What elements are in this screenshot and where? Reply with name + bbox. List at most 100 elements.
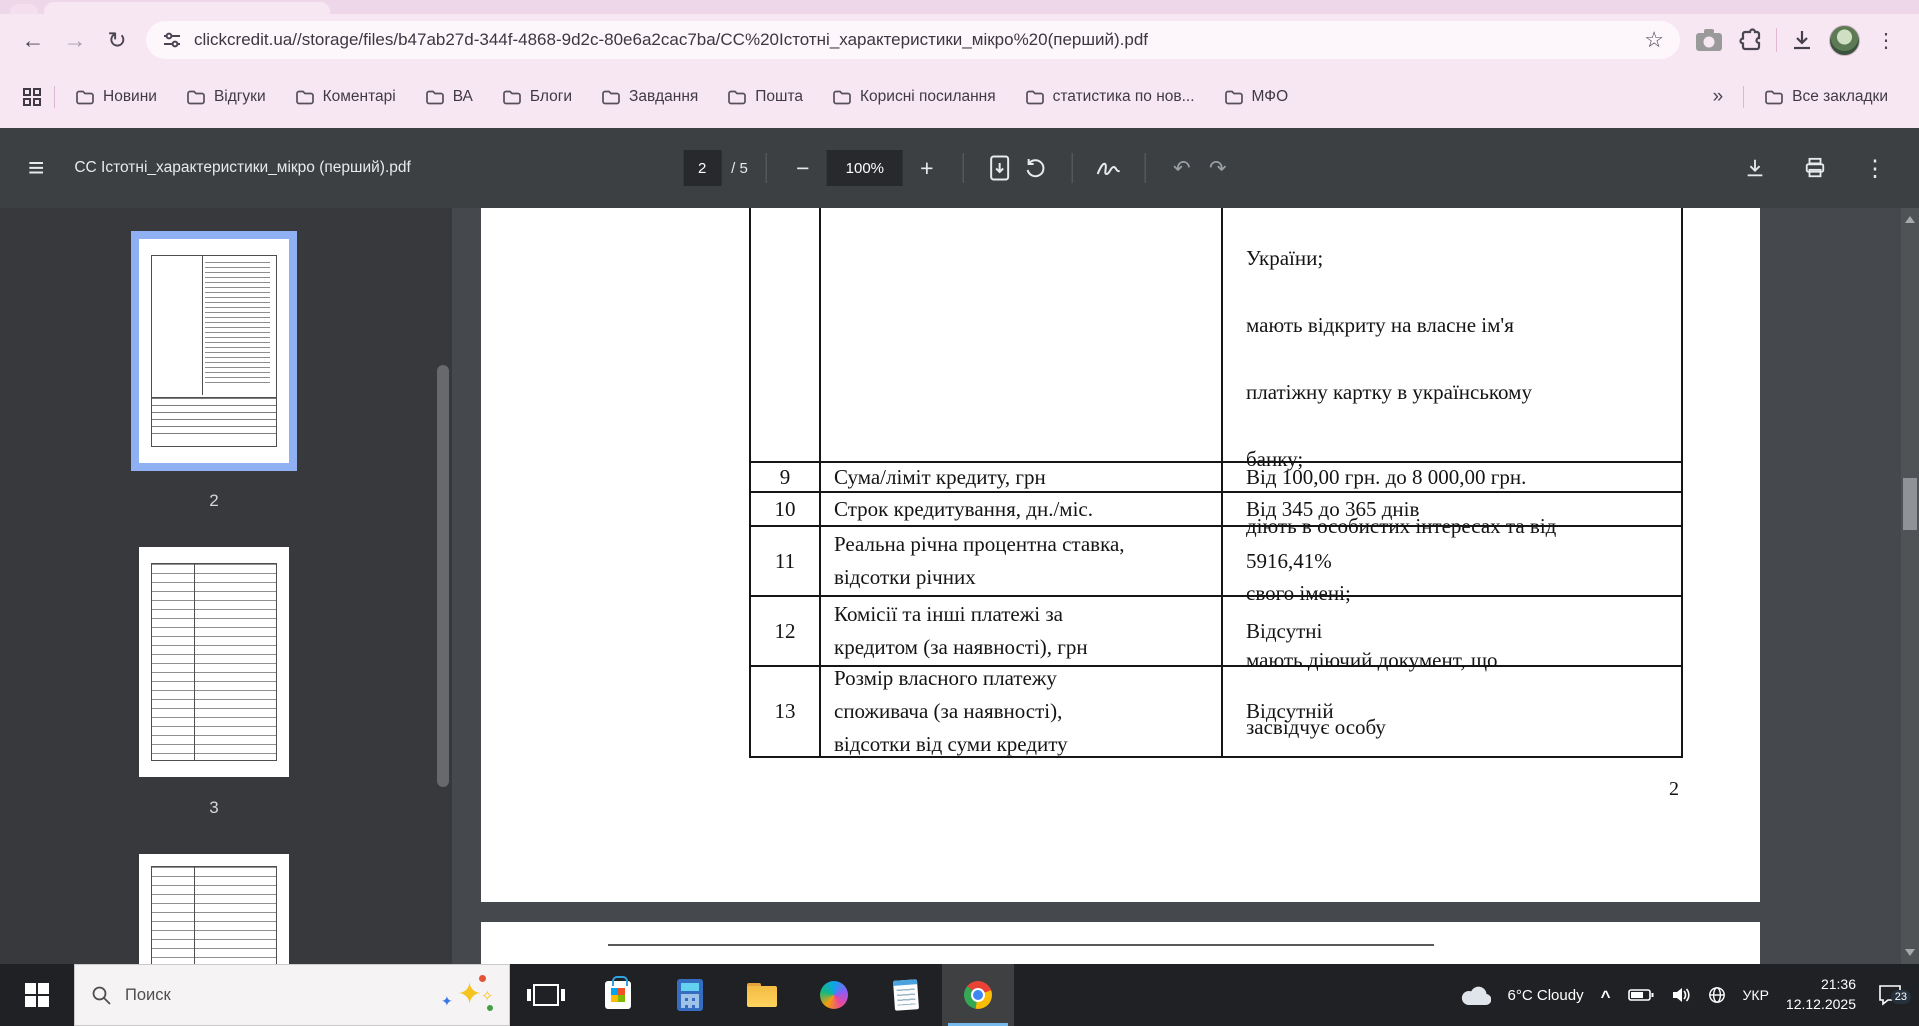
row-name-cell — [821, 208, 1223, 461]
bookmark-label: Відгуки — [213, 88, 266, 105]
pdf-print-icon[interactable] — [1797, 150, 1833, 186]
taskbar-clock[interactable]: 21:36 12.12.2025 — [1786, 975, 1856, 1014]
pdf-more-icon[interactable]: ⋮ — [1857, 150, 1893, 186]
bookmark-folder-zavdannia[interactable]: Завдання — [602, 88, 698, 106]
bookmark-folder-mfo[interactable]: МФО — [1224, 88, 1289, 106]
back-button[interactable]: ← — [12, 19, 54, 61]
all-bookmarks-button[interactable]: Все закладки — [1765, 88, 1888, 106]
bookmark-label: МФО — [1251, 88, 1289, 105]
start-button[interactable] — [0, 964, 74, 1026]
row-number-cell: 13 — [751, 667, 821, 756]
forward-button[interactable]: → — [54, 19, 96, 61]
sidebar-scrollbar[interactable] — [437, 365, 449, 787]
toolbar-divider — [1071, 153, 1073, 183]
page-number-input[interactable]: 2 — [683, 150, 722, 186]
battery-icon[interactable] — [1627, 988, 1654, 1002]
weather-cloud-icon[interactable] — [1461, 984, 1491, 1006]
bookmark-folder-korysni-posylannia[interactable]: Корисні посилання — [833, 88, 996, 106]
bookmarks-overflow-icon[interactable]: » — [1713, 86, 1724, 108]
bookmark-label: Пошта — [755, 88, 804, 105]
calculator-icon — [677, 979, 703, 1011]
search-icon — [91, 985, 111, 1005]
taskbar-search-box[interactable]: Поиск ✦ ✦ ✧ — [74, 964, 510, 1026]
row-value-cell: Відсутні — [1246, 618, 1323, 643]
folder-icon — [503, 90, 521, 105]
language-indicator[interactable]: УКР — [1743, 987, 1769, 1003]
bookmark-folder-poshta[interactable]: Пошта — [728, 88, 803, 106]
zoom-out-button[interactable]: − — [785, 150, 821, 186]
hidden-icons-chevron[interactable]: ^ — [1601, 987, 1611, 1007]
chrome-button-active[interactable] — [942, 964, 1014, 1026]
speaker-icon[interactable] — [1671, 986, 1691, 1004]
row-name-cell: Розмір власного платежу споживача (за на… — [821, 666, 1223, 756]
site-settings-icon[interactable] — [162, 30, 182, 50]
reload-button[interactable]: ↻ — [96, 19, 138, 61]
extensions-icon[interactable] — [1730, 19, 1772, 61]
screenshot-extension-icon[interactable] — [1688, 19, 1730, 61]
bookmark-folder-komentari[interactable]: Коментарі — [295, 88, 396, 106]
pdf-viewer: 2 3 України; мають відкриту на власне ім… — [0, 208, 1919, 964]
tab-search-button[interactable] — [10, 4, 38, 14]
system-tray: 6°C Cloudy ^ УКР 21:36 12.12.2025 23 — [1461, 964, 1919, 1026]
toolbar-divider — [1776, 28, 1777, 52]
thumbnail-label-3: 3 — [209, 798, 219, 817]
task-view-button[interactable] — [510, 964, 582, 1026]
action-center-button[interactable]: 23 — [1873, 984, 1911, 1006]
zoom-level-input[interactable]: 100% — [826, 150, 903, 186]
document-scrollbar[interactable] — [1901, 208, 1919, 964]
network-icon[interactable] — [1708, 986, 1726, 1004]
row-value-cell: Від 100,00 грн. до 8 000,00 грн. — [1246, 464, 1527, 489]
copilot-button[interactable] — [798, 964, 870, 1026]
thumbnail-sidebar: 2 3 — [0, 208, 452, 964]
all-bookmarks-label: Все закладки — [1792, 88, 1888, 105]
scroll-down-icon[interactable] — [1905, 949, 1915, 956]
scroll-up-icon[interactable] — [1905, 216, 1915, 223]
undo-icon[interactable]: ↶ — [1164, 150, 1200, 186]
bookmark-folder-novyny[interactable]: Новини — [76, 88, 157, 106]
pdf-download-icon[interactable] — [1737, 150, 1773, 186]
value-line: мають відкриту на власне ім'я — [1246, 313, 1514, 337]
pdf-page-3 — [481, 922, 1760, 964]
bookmark-folder-statystyka[interactable]: статистика по нов... — [1025, 88, 1195, 106]
zoom-in-button[interactable]: + — [909, 150, 945, 186]
downloads-icon[interactable] — [1781, 19, 1823, 61]
folder-icon — [1224, 90, 1243, 105]
pdf-page-number: 2 — [1669, 778, 1679, 800]
page-thumbnail-2[interactable] — [139, 239, 289, 463]
annotate-pen-icon[interactable] — [1091, 150, 1127, 186]
weather-label[interactable]: 6°C Cloudy — [1508, 987, 1584, 1004]
next-table-top-border — [608, 944, 1434, 946]
url-text[interactable]: clickcredit.ua//storage/files/b47ab27d-3… — [194, 30, 1634, 50]
microsoft-store-button[interactable] — [582, 964, 654, 1026]
profile-avatar[interactable] — [1823, 19, 1865, 61]
bookmark-label: Завдання — [629, 88, 699, 105]
bookmark-folder-blohy[interactable]: Блоги — [503, 88, 572, 106]
active-tab[interactable] — [44, 2, 330, 14]
fit-page-icon[interactable] — [982, 150, 1018, 186]
page-thumbnail-4[interactable] — [139, 854, 289, 964]
file-explorer-button[interactable] — [726, 964, 798, 1026]
task-view-icon — [527, 984, 565, 1006]
calculator-button[interactable] — [654, 964, 726, 1026]
thumbnail-label-2: 2 — [209, 491, 219, 510]
row-number-cell: 12 — [751, 597, 821, 665]
bookmark-star-icon[interactable]: ☆ — [1644, 27, 1664, 53]
table-row: 9 Сума/ліміт кредиту, грн Від 100,00 грн… — [751, 461, 1681, 491]
redo-icon[interactable]: ↷ — [1200, 150, 1236, 186]
bookmark-folder-vidhuky[interactable]: Відгуки — [187, 88, 266, 106]
thumbnail-sketch — [151, 866, 277, 964]
apps-grid-icon[interactable] — [22, 87, 42, 107]
browser-chrome: ← → ↻ clickcredit.ua//storage/files/b47a… — [0, 0, 1919, 128]
scrollbar-thumb[interactable] — [1903, 478, 1917, 530]
notepad-button[interactable] — [870, 964, 942, 1026]
page-thumbnail-3[interactable] — [139, 547, 289, 777]
explorer-icon — [747, 983, 777, 1007]
pdf-menu-icon[interactable]: ≡ — [28, 154, 44, 182]
address-bar[interactable]: clickcredit.ua//storage/files/b47ab27d-3… — [146, 21, 1680, 59]
thumbnail-sketch — [151, 563, 277, 761]
bookmark-folder-va[interactable]: ВА — [425, 88, 473, 106]
browser-menu-icon[interactable]: ⋮ — [1865, 19, 1907, 61]
search-highlights-icon[interactable]: ✦ ✦ ✧ — [441, 975, 494, 1015]
row-value-cell: Відсутній — [1246, 699, 1334, 723]
rotate-icon[interactable] — [1018, 150, 1054, 186]
